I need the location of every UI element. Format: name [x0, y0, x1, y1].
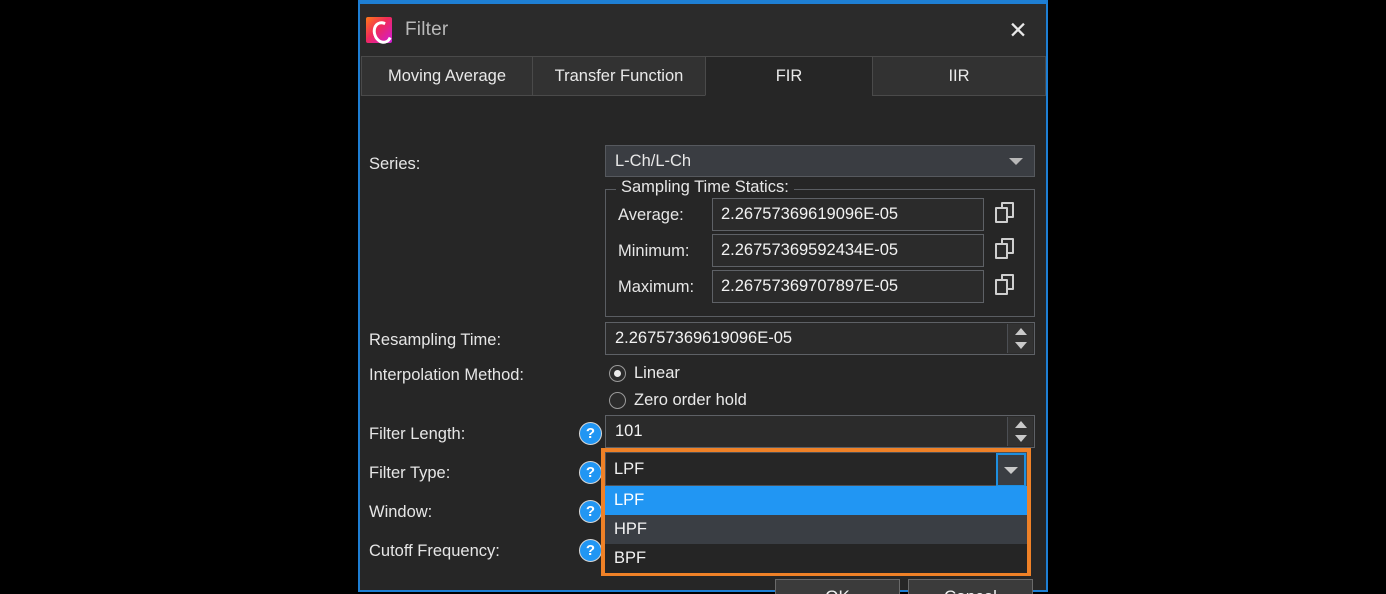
filter-length-stepper[interactable] [1007, 417, 1033, 446]
filter-length-input[interactable]: 101 [605, 415, 1035, 448]
filter-type-dropdown-highlight: LPF LPF HPF BPF [601, 448, 1031, 576]
series-combo[interactable]: L-Ch/L-Ch [605, 145, 1035, 177]
filter-type-value: LPF [614, 459, 645, 478]
dialog-title: Filter [405, 19, 449, 40]
tab-iir[interactable]: IIR [872, 56, 1046, 96]
cancel-button[interactable]: Cancel [908, 579, 1033, 594]
help-icon[interactable]: ? [579, 422, 602, 445]
minimum-value: 2.26757369592434E-05 [721, 241, 899, 259]
resampling-time-stepper[interactable] [1007, 324, 1033, 353]
caret-up-icon [1014, 327, 1027, 335]
screen: Filter ✕ Moving Average Transfer Functio… [0, 0, 1386, 594]
average-label: Average: [618, 206, 684, 224]
filter-length-value: 101 [615, 422, 643, 440]
filter-type-label: Filter Type: [369, 464, 451, 482]
caret-down-icon [1014, 342, 1027, 350]
filter-length-label: Filter Length: [369, 425, 466, 443]
resampling-time-value: 2.26757369619096E-05 [615, 329, 793, 347]
app-logo-icon [366, 17, 392, 43]
tab-moving-average[interactable]: Moving Average [361, 56, 533, 96]
radio-linear-label: Linear [634, 364, 680, 382]
chevron-down-icon [1004, 466, 1018, 474]
filter-type-option-list: LPF HPF BPF [605, 486, 1027, 573]
option-bpf[interactable]: BPF [605, 544, 1027, 573]
chevron-down-icon [1009, 158, 1023, 165]
window-label: Window: [369, 503, 433, 521]
tab-fir[interactable]: FIR [705, 56, 873, 96]
copy-icon[interactable] [994, 238, 1018, 262]
tab-bar: Moving Average Transfer Function FIR IIR [360, 56, 1046, 96]
average-value: 2.26757369619096E-05 [721, 205, 899, 223]
dialog-body: Series: L-Ch/L-Ch Sampling Time Statics:… [360, 96, 1046, 594]
help-icon[interactable]: ? [579, 500, 602, 523]
option-hpf[interactable]: HPF [605, 515, 1027, 544]
copy-icon[interactable] [994, 202, 1018, 226]
copy-icon[interactable] [994, 274, 1018, 298]
tab-transfer-function[interactable]: Transfer Function [532, 56, 706, 96]
filter-dialog: Filter ✕ Moving Average Transfer Functio… [358, 2, 1048, 594]
resampling-time-input[interactable]: 2.26757369619096E-05 [605, 322, 1035, 355]
maximum-label: Maximum: [618, 278, 695, 296]
cutoff-frequency-label: Cutoff Frequency: [369, 542, 500, 560]
radio-zero-order-hold[interactable]: Zero order hold [609, 391, 747, 410]
ok-button[interactable]: OK [775, 579, 900, 594]
help-icon[interactable]: ? [579, 461, 602, 484]
caret-down-icon [1014, 435, 1027, 443]
resampling-time-label: Resampling Time: [369, 331, 502, 349]
group-title: Sampling Time Statics: [616, 178, 794, 197]
maximum-value: 2.26757369707897E-05 [721, 277, 899, 295]
radio-indicator [609, 392, 626, 409]
radio-zero-order-hold-label: Zero order hold [634, 391, 747, 409]
series-combo-value: L-Ch/L-Ch [615, 151, 692, 170]
filter-type-combo[interactable]: LPF [605, 452, 1027, 487]
caret-up-icon [1014, 420, 1027, 428]
minimum-field[interactable]: 2.26757369592434E-05 [712, 234, 984, 267]
dialog-titlebar: Filter ✕ [360, 4, 1046, 56]
average-field[interactable]: 2.26757369619096E-05 [712, 198, 984, 231]
radio-linear[interactable]: Linear [609, 364, 680, 383]
option-lpf[interactable]: LPF [605, 486, 1027, 515]
series-label: Series: [369, 155, 421, 173]
radio-indicator [609, 365, 626, 382]
minimum-label: Minimum: [618, 242, 690, 260]
help-icon[interactable]: ? [579, 539, 602, 562]
interpolation-method-label: Interpolation Method: [369, 366, 525, 384]
close-icon[interactable]: ✕ [990, 4, 1046, 56]
maximum-field[interactable]: 2.26757369707897E-05 [712, 270, 984, 303]
dropdown-toggle-button[interactable] [996, 453, 1026, 487]
